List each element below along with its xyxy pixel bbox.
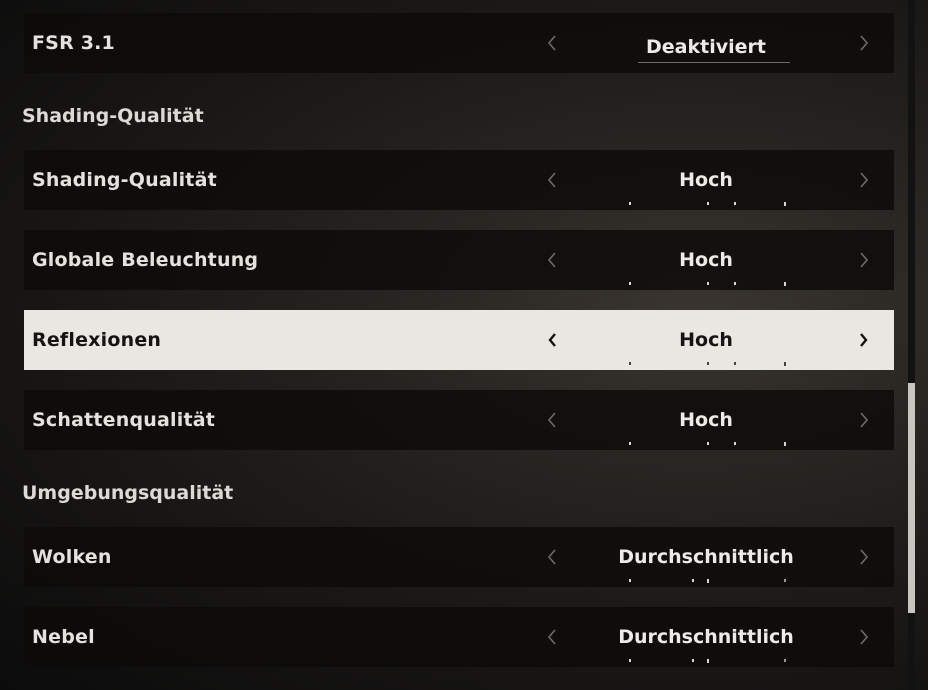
chevron-left-icon[interactable]	[542, 623, 562, 651]
section-title-environment: Umgebungsqualität	[22, 482, 234, 504]
setting-value: Hoch	[679, 169, 733, 191]
setting-value: Durchschnittlich	[618, 546, 794, 568]
value-underline	[638, 62, 790, 63]
chevron-right-icon[interactable]	[854, 246, 874, 274]
level-pip	[784, 659, 786, 662]
level-pip	[784, 202, 786, 206]
level-pip	[707, 659, 709, 663]
setting-value: Hoch	[679, 409, 733, 431]
scrollbar[interactable]	[908, 0, 915, 690]
level-pip	[707, 282, 709, 285]
level-indicator	[629, 659, 786, 663]
level-pip	[707, 362, 709, 365]
level-pip	[784, 362, 786, 366]
setting-label: Wolken	[32, 546, 112, 568]
setting-value: Hoch	[679, 329, 733, 351]
level-pip	[707, 442, 709, 445]
setting-row-global-illumination[interactable]: Globale Beleuchtung Hoch	[24, 230, 894, 290]
chevron-left-icon[interactable]	[542, 29, 562, 57]
level-indicator	[629, 282, 786, 286]
level-pip	[784, 282, 786, 286]
chevron-right-icon[interactable]	[854, 166, 874, 194]
setting-label: Globale Beleuchtung	[32, 249, 259, 271]
level-pip	[629, 442, 631, 445]
level-pip	[629, 579, 631, 582]
section-title-shading: Shading-Qualität	[22, 105, 204, 127]
level-pip	[707, 579, 709, 583]
current-level-marker	[692, 579, 694, 582]
current-level-marker	[734, 442, 736, 445]
level-pip	[629, 362, 631, 365]
level-pip	[707, 202, 709, 205]
level-pip	[784, 579, 786, 582]
chevron-left-icon[interactable]	[542, 406, 562, 434]
setting-row-shading[interactable]: Shading-Qualität Hoch	[24, 150, 894, 210]
level-pip	[629, 659, 631, 662]
current-level-marker	[734, 202, 736, 205]
graphics-settings-list: FSR 3.1 Deaktiviert Shading-Qualität Sha…	[0, 0, 928, 690]
current-level-marker	[734, 362, 736, 365]
scrollbar-thumb[interactable]	[908, 383, 915, 613]
level-indicator	[629, 362, 786, 366]
chevron-left-icon[interactable]	[542, 166, 562, 194]
setting-row-shadow-quality[interactable]: Schattenqualität Hoch	[24, 390, 894, 450]
chevron-left-icon[interactable]	[542, 326, 562, 354]
chevron-right-icon[interactable]	[854, 543, 874, 571]
level-pip	[784, 442, 786, 446]
setting-label: Shading-Qualität	[32, 169, 217, 191]
setting-label: Reflexionen	[32, 329, 162, 351]
chevron-right-icon[interactable]	[854, 623, 874, 651]
chevron-right-icon[interactable]	[854, 29, 874, 57]
level-pip	[629, 202, 631, 205]
current-level-marker	[692, 659, 694, 662]
chevron-left-icon[interactable]	[542, 246, 562, 274]
setting-value: Deaktiviert	[646, 36, 766, 58]
setting-label: Schattenqualität	[32, 409, 216, 431]
setting-label: FSR 3.1	[32, 32, 115, 54]
chevron-left-icon[interactable]	[542, 543, 562, 571]
level-indicator	[629, 579, 786, 583]
chevron-right-icon[interactable]	[854, 406, 874, 434]
setting-row-fsr[interactable]: FSR 3.1 Deaktiviert	[24, 13, 894, 73]
level-pip	[629, 282, 631, 285]
level-indicator	[629, 442, 786, 446]
setting-row-clouds[interactable]: Wolken Durchschnittlich	[24, 527, 894, 587]
level-indicator	[629, 202, 786, 206]
setting-row-reflections[interactable]: Reflexionen Hoch	[24, 310, 894, 370]
chevron-right-icon[interactable]	[854, 326, 874, 354]
current-level-marker	[734, 282, 736, 285]
setting-value: Durchschnittlich	[618, 626, 794, 648]
setting-row-fog[interactable]: Nebel Durchschnittlich	[24, 607, 894, 667]
setting-value: Hoch	[679, 249, 733, 271]
setting-label: Nebel	[32, 626, 95, 648]
